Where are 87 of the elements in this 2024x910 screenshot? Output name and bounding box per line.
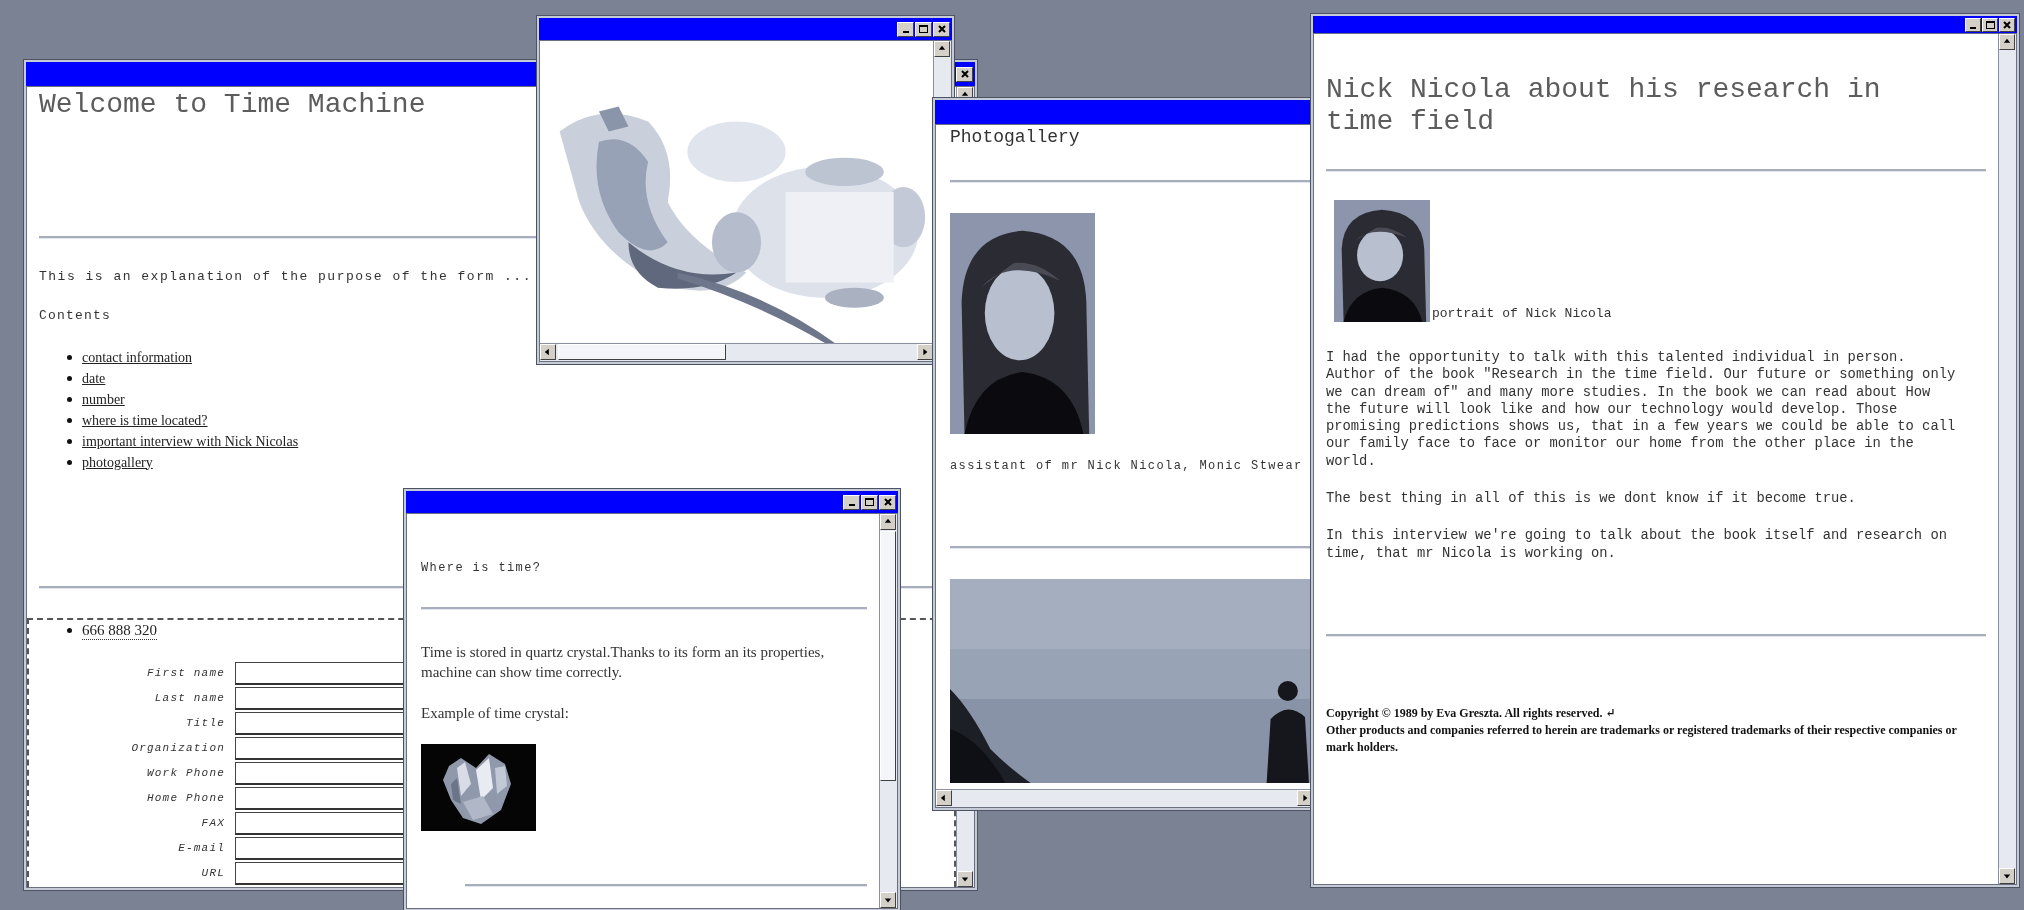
close-button[interactable] <box>879 494 896 510</box>
arrow-right-icon <box>1301 794 1309 802</box>
minimize-button[interactable] <box>897 21 914 37</box>
arrow-down-icon <box>961 875 969 883</box>
contents-link[interactable]: where is time located? <box>82 412 208 429</box>
scroll-down-button[interactable] <box>880 892 896 908</box>
page-heading: Photogallery <box>950 126 1080 148</box>
vertical-scrollbar[interactable] <box>879 514 897 908</box>
minimize-icon <box>902 31 909 33</box>
contents-link[interactable]: important interview with Nick Nicolas <box>82 433 299 450</box>
arrow-left-icon <box>940 794 948 802</box>
arrow-up-icon <box>961 91 969 99</box>
field-label: Organization <box>130 741 225 756</box>
bullet-icon <box>67 376 72 381</box>
arrow-up-icon <box>2003 38 2011 46</box>
intro-text: This is an explanation of the purpose of the form ... <box>39 268 532 286</box>
minimize-icon <box>1970 26 1976 29</box>
title-bar[interactable] <box>406 491 898 513</box>
close-button[interactable] <box>1999 17 2015 32</box>
minimize-button[interactable] <box>843 494 860 510</box>
paragraph: Time is stored in quartz crystal.Thanks to its form an its properties, machine can show time correctly. <box>421 643 826 682</box>
page-heading: Welcome to Time Machine <box>39 89 426 121</box>
maximize-icon <box>865 498 874 506</box>
paragraph: I had the opportunity to talk with this talented individual in person. Author of the book "Research in the time field. Our future or something only we can dream of" and many more studies. In the book we can read about How the future will look like and how our technology would develop. Those promising predictions shows us, that in a few years we could be able to call our family face to face or monitor our home from the other place in the world. <box>1326 349 1957 471</box>
bullet-icon <box>67 439 72 444</box>
scroll-down-button[interactable] <box>1999 868 2015 884</box>
paragraph: The best thing in all of this is we dont know if it become true. <box>1326 490 1856 508</box>
scroll-right-button[interactable] <box>917 344 933 360</box>
scroll-down-button[interactable] <box>957 871 973 887</box>
minimize-icon <box>848 504 855 506</box>
scrollbar-thumb[interactable] <box>558 344 726 360</box>
field-label: E-mail <box>177 841 225 856</box>
page-heading: Nick Nicola about his research in time field <box>1326 74 1882 138</box>
scroll-up-button[interactable] <box>880 514 896 530</box>
scroll-left-button[interactable] <box>540 344 556 360</box>
field-label: Home Phone <box>146 791 225 806</box>
maximize-button[interactable] <box>1982 17 1998 32</box>
contents-link[interactable]: photogallery <box>82 454 153 471</box>
maximize-button[interactable] <box>915 21 932 37</box>
maximize-icon <box>1985 20 1995 29</box>
scroll-left-button[interactable] <box>936 790 952 806</box>
field-label: Title <box>185 716 225 731</box>
title-bar[interactable] <box>1313 16 2017 33</box>
close-icon <box>2003 20 2011 29</box>
contents-link[interactable]: date <box>82 370 106 387</box>
arrow-left-icon <box>544 348 552 356</box>
bullet-icon <box>67 355 72 360</box>
maximize-button[interactable] <box>861 494 878 510</box>
horizontal-scrollbar[interactable] <box>936 789 1313 807</box>
close-icon <box>960 70 969 78</box>
bullet-icon <box>67 628 72 633</box>
field-label: Work Phone <box>146 766 225 781</box>
section-heading: Where is time? <box>421 560 542 577</box>
field-label: URL <box>200 866 225 881</box>
close-button[interactable] <box>956 66 973 82</box>
copyright-text: Other products and companies referred to herein are trademarks or registered trademarks of their respective companies or mark holders. <box>1326 721 1958 756</box>
arrow-down-icon <box>2003 872 2011 880</box>
field-label: First name <box>146 666 225 681</box>
contents-label: Contents <box>39 307 111 325</box>
scroll-up-button[interactable] <box>934 41 950 57</box>
phone-number: 666 888 320 <box>82 621 157 640</box>
contents-link[interactable]: contact information <box>82 349 193 366</box>
close-icon <box>937 25 946 33</box>
scrollbar-thumb[interactable] <box>880 531 896 781</box>
arrow-right-icon <box>921 348 929 356</box>
maximize-icon <box>919 25 928 33</box>
bullet-icon <box>67 418 72 423</box>
horizontal-scrollbar[interactable] <box>540 343 933 361</box>
title-bar[interactable] <box>539 18 952 40</box>
field-label: Last name <box>153 691 225 706</box>
paragraph: In this interview we're going to talk about the book itself and research on time, that mr Nicola is working on. <box>1326 527 1948 562</box>
minimize-button[interactable] <box>1965 17 1981 32</box>
contents-link[interactable]: number <box>82 391 125 408</box>
image-caption: assistant of mr Nick Nicola, Monic Stwear <box>950 458 1303 474</box>
field-label: FAX <box>200 816 225 831</box>
arrow-down-icon <box>884 896 892 904</box>
bullet-icon <box>67 460 72 465</box>
close-button[interactable] <box>933 21 950 37</box>
arrow-up-icon <box>938 45 946 53</box>
image-caption: portrait of Nick Nicola <box>1432 306 1612 322</box>
arrow-up-icon <box>884 518 892 526</box>
bullet-icon <box>67 397 72 402</box>
copyright-text: Copyright © 1989 by Eva Greszta. All rights reserved. ↵ <box>1326 704 1616 722</box>
vertical-scrollbar[interactable] <box>1998 34 2016 884</box>
scroll-up-button[interactable] <box>1999 34 2015 50</box>
close-icon <box>883 498 892 506</box>
image-caption: Example of time crystal: <box>421 704 569 723</box>
